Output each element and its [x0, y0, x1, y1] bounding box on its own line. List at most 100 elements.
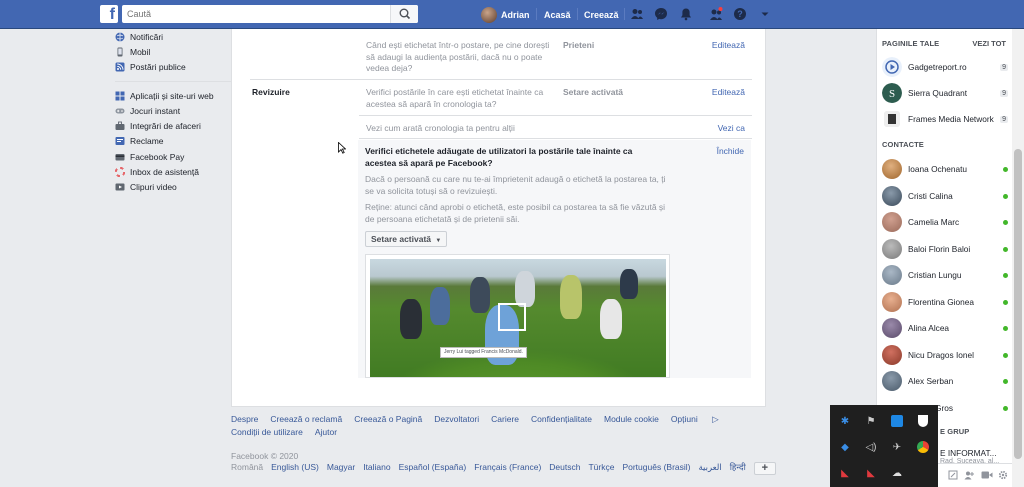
sidebar-item-mobile[interactable]: Mobil [115, 44, 230, 59]
see-all-link[interactable]: VEZI TOT [972, 39, 1006, 48]
notifications-icon[interactable] [679, 7, 693, 21]
system-tray-popup: ✱ ⚑ ◆ ◁) ✈ ◣ ◣ ☁ [830, 405, 938, 487]
security-icon[interactable] [914, 412, 932, 430]
video-icon [115, 183, 125, 191]
footer-link-cookies[interactable]: Module cookie [604, 413, 659, 426]
tray-app-icon[interactable] [888, 412, 906, 430]
facebook-logo[interactable]: f [100, 5, 118, 23]
language-link[interactable]: Español (España) [399, 462, 467, 475]
sidebar-item-instant-games[interactable]: Jocuri instant [115, 103, 230, 118]
profile-link[interactable]: Adrian [481, 6, 530, 23]
scrollbar-thumb[interactable] [1014, 149, 1022, 459]
contact-item[interactable]: Alina Alcea [882, 318, 1008, 338]
more-languages-button[interactable]: + [753, 462, 776, 475]
group-photo: Jerry Lui tagged Francis McDonald. [370, 259, 666, 377]
page-item[interactable]: Frames Media Network 9 [882, 109, 1008, 129]
page-scrollbar[interactable] [1012, 29, 1024, 487]
lifebuoy-icon [115, 167, 125, 178]
contact-item[interactable]: Ioana Ochenatu [882, 159, 1008, 179]
language-link[interactable]: Português (Brasil) [622, 462, 690, 475]
tray-app-icon[interactable]: ◣ [862, 464, 880, 482]
close-link[interactable]: Închide [717, 146, 744, 156]
tray-app-icon[interactable]: ⚑ [862, 412, 880, 430]
footer-link-terms[interactable]: Condiții de utilizare [231, 426, 303, 439]
compose-icon[interactable] [948, 470, 958, 480]
contact-item[interactable]: Alex Serban [882, 371, 1008, 391]
gamepad-icon [115, 108, 125, 114]
footer-link-about[interactable]: Despre [231, 413, 258, 426]
cloud-icon[interactable]: ☁ [888, 464, 906, 482]
friend-requests-icon[interactable] [709, 7, 723, 21]
search-button[interactable] [390, 5, 418, 23]
contact-item[interactable]: Gros [935, 398, 1008, 418]
footer-link-careers[interactable]: Cariere [491, 413, 519, 426]
copyright: Facebook © 2020 [231, 451, 299, 461]
tray-app-icon[interactable]: ◣ [836, 464, 854, 482]
create-link[interactable]: Creează [584, 10, 619, 20]
messenger-icon[interactable] [654, 7, 668, 21]
gear-icon[interactable] [998, 470, 1008, 480]
contact-name: Cristi Calina [908, 191, 953, 201]
language-link[interactable]: हिन्दी [730, 462, 746, 475]
tag-review-dropdown[interactable]: Setare activată ▼ [365, 231, 448, 247]
footer-link-developers[interactable]: Dezvoltatori [434, 413, 479, 426]
language-link[interactable]: العربية [698, 462, 721, 475]
language-link[interactable]: Deutsch [549, 462, 580, 475]
avatar [882, 371, 902, 391]
sidebar-item-notifications[interactable]: Notificări [115, 29, 230, 44]
sidebar-item-support-inbox[interactable]: Inbox de asistență [115, 164, 230, 179]
footer-link-ad-choices[interactable]: Opțiuni ▷ [671, 413, 731, 426]
sidebar-item-apps[interactable]: Aplicații și site-uri web [115, 88, 230, 103]
search-input[interactable] [122, 5, 390, 23]
page-item[interactable]: S Sierra Quadrant 9 [882, 83, 1008, 103]
contact-name: Cristian Lungu [908, 270, 962, 280]
volume-icon[interactable]: ◁) [862, 438, 880, 456]
language-link[interactable]: Türkçe [588, 462, 614, 475]
row-divider [250, 79, 752, 80]
video-call-icon[interactable] [981, 470, 993, 480]
language-list: Română English (US) Magyar Italiano Espa… [231, 462, 776, 475]
svg-text:S: S [889, 88, 895, 100]
edit-link[interactable]: Editează [712, 87, 745, 97]
edit-link[interactable]: Editează [712, 40, 745, 50]
footer-link-create-ad[interactable]: Creează o reclamă [270, 413, 342, 426]
new-group-icon[interactable] [964, 470, 974, 480]
sidebar-item-facebook-pay[interactable]: Facebook Pay [115, 149, 230, 164]
chrome-icon[interactable] [914, 438, 932, 456]
language-link[interactable]: English (US) [271, 462, 319, 475]
contact-item[interactable]: Cristian Lungu [882, 265, 1008, 285]
tag-review-info: Dacă o persoană cu care nu te-ai împriet… [365, 174, 666, 196]
language-link[interactable]: Italiano [363, 462, 390, 475]
airplane-icon[interactable]: ✈ [888, 438, 906, 456]
sidebar-item-public-posts[interactable]: Postări publice [115, 60, 230, 75]
language-link[interactable]: Français (France) [474, 462, 541, 475]
ads-icon [115, 137, 125, 146]
contact-item[interactable]: Florentina Gionea [882, 292, 1008, 312]
avatar [882, 345, 902, 365]
bluetooth-icon[interactable]: ✱ [836, 412, 854, 430]
contact-item[interactable]: Camelia Marc [882, 212, 1008, 232]
help-icon[interactable]: ? [733, 7, 747, 21]
search-box [122, 5, 418, 23]
sidebar-item-videos[interactable]: Clipuri video [115, 180, 230, 195]
footer-link-help[interactable]: Ajutor [315, 426, 337, 439]
page-name: Gadgetreport.ro [908, 62, 967, 72]
contact-item[interactable]: Baloi Florin Baloi [882, 239, 1008, 259]
page-count-badge: 9 [1000, 89, 1008, 97]
sidebar-item-business-integrations[interactable]: Integrări de afaceri [115, 118, 230, 133]
footer-link-create-page[interactable]: Creează o Pagină [354, 413, 422, 426]
friends-icon[interactable] [630, 7, 644, 21]
tray-app-icon[interactable]: ◆ [836, 438, 854, 456]
contact-item[interactable]: Cristi Calina [882, 186, 1008, 206]
group-name[interactable]: E INFORMAT... [940, 448, 997, 458]
home-link[interactable]: Acasă [544, 10, 571, 20]
tag-label: Jerry Lui tagged Francis McDonald. [440, 347, 527, 358]
view-as-link[interactable]: Vezi ca [718, 123, 745, 133]
sidebar-item-ads[interactable]: Reclame [115, 134, 230, 149]
footer-link-privacy[interactable]: Confidențialitate [531, 413, 592, 426]
page-item[interactable]: Gadgetreport.ro 9 [882, 57, 1008, 77]
chevron-down-icon[interactable] [758, 7, 772, 21]
contact-name: Gros [935, 403, 953, 413]
contact-item[interactable]: Nicu Dragos Ionel [882, 345, 1008, 365]
language-link[interactable]: Magyar [327, 462, 355, 475]
